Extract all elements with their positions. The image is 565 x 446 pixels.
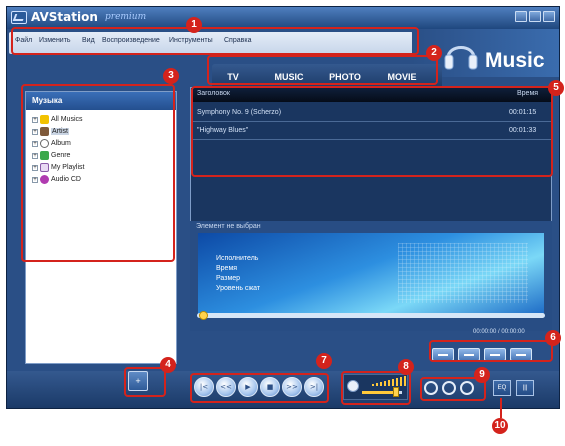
callout-pointer-10 — [500, 398, 502, 418]
callout-box-2 — [207, 55, 438, 85]
seek-handle[interactable] — [199, 311, 208, 320]
info-time-label: Время — [216, 265, 238, 272]
info-compression-label: Уровень сжат — [216, 285, 261, 292]
callout-box-3 — [21, 84, 175, 262]
selection-status: Элемент не выбран — [196, 223, 261, 230]
info-artist-label: Исполнитель — [216, 255, 259, 262]
callout-box-4 — [124, 367, 166, 397]
callout-badge-10: 10 — [492, 418, 508, 434]
callout-badge-9: 9 — [474, 367, 490, 383]
maximize-button[interactable] — [529, 11, 541, 22]
seek-bar[interactable] — [197, 313, 545, 318]
callout-badge-3: 3 — [163, 68, 179, 84]
callout-box-8 — [341, 371, 411, 405]
eq-button[interactable]: EQ — [493, 380, 511, 396]
mode-title: Music — [485, 49, 545, 72]
app-name: AVStation — [31, 10, 98, 24]
callout-badge-5: 5 — [548, 80, 564, 96]
info-size-label: Размер — [216, 275, 241, 282]
callout-box-5 — [191, 86, 553, 177]
callout-box-6 — [429, 340, 553, 362]
callout-box-1 — [11, 27, 419, 55]
minimize-button[interactable] — [515, 11, 527, 22]
app-edition: premium — [105, 12, 147, 22]
callout-badge-1: 1 — [186, 17, 202, 33]
headphones-icon — [444, 46, 478, 70]
callout-badge-4: 4 — [160, 357, 176, 373]
close-button[interactable] — [543, 11, 555, 22]
callout-badge-2: 2 — [426, 45, 442, 61]
playback-time: 00:00:00 / 00:00:00 — [473, 329, 525, 335]
visualizer-grid — [398, 243, 528, 303]
equalizer-icon[interactable]: ||| — [516, 380, 534, 396]
track-info-box: Исполнитель Время Размер Уровень сжат — [198, 233, 544, 317]
app-logo-icon — [11, 11, 27, 24]
callout-box-7 — [190, 373, 329, 403]
title-bar: AVStation premium — [7, 7, 559, 29]
callout-badge-6: 6 — [545, 330, 561, 346]
callout-badge-8: 8 — [398, 359, 414, 375]
callout-badge-7: 7 — [316, 353, 332, 369]
